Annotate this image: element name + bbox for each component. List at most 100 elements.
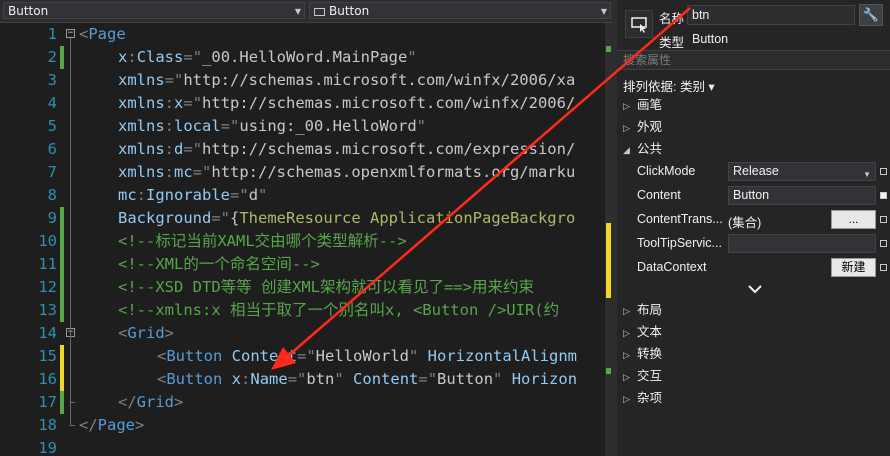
code-token: xmlns — [118, 71, 165, 89]
property-name: DataContext — [637, 260, 707, 274]
collapse-icon[interactable]: − — [66, 29, 75, 38]
category-label: 转换 — [637, 347, 663, 361]
code-token: Page — [88, 25, 126, 43]
sort-by-dropdown[interactable]: 排列依据: 类别 ▾ — [623, 76, 715, 95]
code-token: > — [174, 393, 184, 411]
code-token: <!--xmlns:x 相当于取了一个别名叫x, <Button />UIR(约 — [118, 301, 560, 319]
property-input[interactable] — [728, 234, 876, 253]
code-token: =" — [183, 140, 203, 158]
code-token: =" — [230, 186, 249, 204]
code-token: http://schemas.microsoft.com/winfx/2006/… — [183, 71, 576, 89]
code-area[interactable]: 1− <Page 2 x:Class="_00.HelloWord.MainPage"… — [0, 23, 612, 456]
collapsed-icon: ▷ — [623, 306, 630, 316]
name-field[interactable]: btn — [687, 5, 855, 25]
category-properties-categories_top-0[interactable]: ▷ 画笔 — [623, 95, 662, 115]
editor-scrollbar[interactable] — [605, 23, 612, 456]
advanced-options-marker[interactable] — [880, 264, 887, 271]
code-token: =" — [418, 370, 438, 388]
element-type-value: Button — [8, 4, 49, 18]
code-line[interactable]: 16 <Button x:Name="btn" Content="Button" … — [0, 368, 612, 391]
code-line[interactable]: 13 <!--xmlns:x 相当于取了一个别名叫x, <Button />UIR… — [0, 299, 612, 322]
type-label: 类型 — [659, 36, 685, 50]
category-properties-categories_bottom-0[interactable]: ▷ 布局 — [623, 300, 662, 320]
code-token: =" — [297, 347, 316, 365]
code-token: Page — [97, 416, 135, 434]
category-properties-categories_top-1[interactable]: ▷ 外观 — [623, 117, 662, 137]
line-number: 8 — [47, 186, 57, 204]
code-token: =" — [220, 117, 240, 135]
wrench-icon[interactable]: 🔧 — [859, 4, 883, 26]
line-number: 4 — [47, 94, 57, 112]
category-properties-categories_bottom-3[interactable]: ▷ 交互 — [623, 366, 662, 386]
code-line[interactable]: 5 xmlns:local="using:_00.HelloWord" — [0, 115, 612, 138]
code-token: x — [118, 48, 128, 66]
code-line[interactable]: 8 mc:Ignorable="d" — [0, 184, 612, 207]
change-marker — [60, 299, 64, 322]
code-token: http://schemas.microsoft.com/winfx/2006/ — [202, 94, 576, 112]
code-line[interactable]: 7 xmlns:mc="http://schemas.openxmlformats… — [0, 161, 612, 184]
code-token: Grid — [127, 324, 165, 342]
editor-navigation-bar: Button ▼ Button ▼ — [0, 0, 612, 23]
code-token: =" — [164, 71, 184, 89]
property-name: ClickMode — [637, 164, 696, 178]
code-line[interactable]: 19 — [0, 437, 612, 456]
code-text: <!--XML的一个命名空间--> — [118, 253, 320, 276]
code-line[interactable]: 18 </Page> — [0, 414, 612, 437]
property-name: Content — [637, 188, 681, 202]
new-datacontext-button[interactable]: 新建 — [831, 258, 876, 277]
edit-collection-button[interactable]: ... — [831, 210, 876, 229]
code-token: < — [118, 324, 128, 342]
code-line[interactable]: 4 xmlns:x="http://schemas.microsoft.com/w… — [0, 92, 612, 115]
code-line[interactable]: 3 xmlns="http://schemas.microsoft.com/win… — [0, 69, 612, 92]
code-line[interactable]: 15 <Button Content="HelloWorld" Horizonta… — [0, 345, 612, 368]
properties-panel: 名称 btn 🔧 类型 Button 搜索属性 排列依据: 类别 ▾ ▷ 画笔 ▷ 外… — [617, 0, 890, 456]
code-token: =" — [211, 209, 230, 227]
code-token: > — [164, 324, 175, 342]
category-properties-categories_bottom-1[interactable]: ▷ 文本 — [623, 322, 662, 342]
code-line[interactable]: 11 <!--XML的一个命名空间--> — [0, 253, 612, 276]
category-properties-categories_bottom-4[interactable]: ▷ 杂项 — [623, 388, 662, 408]
code-line[interactable]: 10 <!--标记当前XAML交由哪个类型解析--> — [0, 230, 612, 253]
category-properties-categories_top-2[interactable]: ◢ 公共 — [623, 139, 662, 159]
search-properties-input[interactable]: 搜索属性 — [617, 50, 890, 70]
code-token: <!--XML的一个命名空间--> — [118, 255, 320, 273]
advanced-options-marker[interactable] — [880, 192, 887, 199]
code-token: : — [164, 117, 175, 135]
code-line[interactable]: 14−<Grid> — [0, 322, 612, 345]
collapsed-icon: ▷ — [623, 123, 630, 133]
advanced-options-marker[interactable] — [880, 168, 887, 175]
advanced-options-marker[interactable] — [880, 216, 887, 223]
element-type-dropdown[interactable]: Button ▼ — [3, 2, 305, 19]
chevron-down-icon[interactable] — [747, 283, 763, 295]
property-dropdown[interactable]: Release ▼ — [728, 162, 876, 181]
element-member-dropdown[interactable]: Button ▼ — [309, 2, 611, 19]
code-text: xmlns:local="using:_00.HelloWord" — [118, 115, 426, 138]
code-text: xmlns:x="http://schemas.microsoft.com/wi… — [118, 92, 575, 115]
category-label: 布局 — [637, 303, 663, 317]
code-text: <Page — [79, 23, 126, 46]
code-token: Button — [437, 370, 494, 388]
code-token: x — [222, 370, 242, 388]
code-line[interactable]: 2 x:Class="_00.HelloWord.MainPage" — [0, 46, 612, 69]
code-text: <!--xmlns:x 相当于取了一个别名叫x, <Button />UIR(约 — [118, 299, 559, 322]
category-properties-categories_bottom-2[interactable]: ▷ 转换 — [623, 344, 662, 364]
line-number: 10 — [38, 232, 57, 250]
line-number: 7 — [47, 163, 57, 181]
collapsed-icon: ▷ — [623, 101, 630, 111]
code-token: d — [174, 140, 184, 158]
code-text: mc:Ignorable="d" — [118, 184, 267, 207]
code-line[interactable]: 1− <Page — [0, 23, 612, 46]
code-line[interactable]: 12 <!--XSD DTD等等 创建XML架构就可以看见了==>用来约束 — [0, 276, 612, 299]
code-line[interactable]: 9 Background="{ThemeResource ApplicationP… — [0, 207, 612, 230]
chevron-down-icon: ▼ — [863, 170, 871, 179]
line-number: 2 — [47, 48, 57, 66]
code-token: =" — [183, 94, 203, 112]
advanced-options-marker[interactable] — [880, 240, 887, 247]
chevron-down-icon: ▼ — [600, 7, 607, 16]
code-token: < — [157, 370, 167, 388]
code-line[interactable]: 17 </Grid> — [0, 391, 612, 414]
code-editor[interactable]: Button ▼ Button ▼ 1− <Page 2 x:Class="_00.H… — [0, 0, 612, 456]
change-marker — [60, 253, 64, 276]
code-line[interactable]: 6 xmlns:d="http://schemas.microsoft.com/e… — [0, 138, 612, 161]
property-input[interactable]: Button — [728, 186, 876, 205]
